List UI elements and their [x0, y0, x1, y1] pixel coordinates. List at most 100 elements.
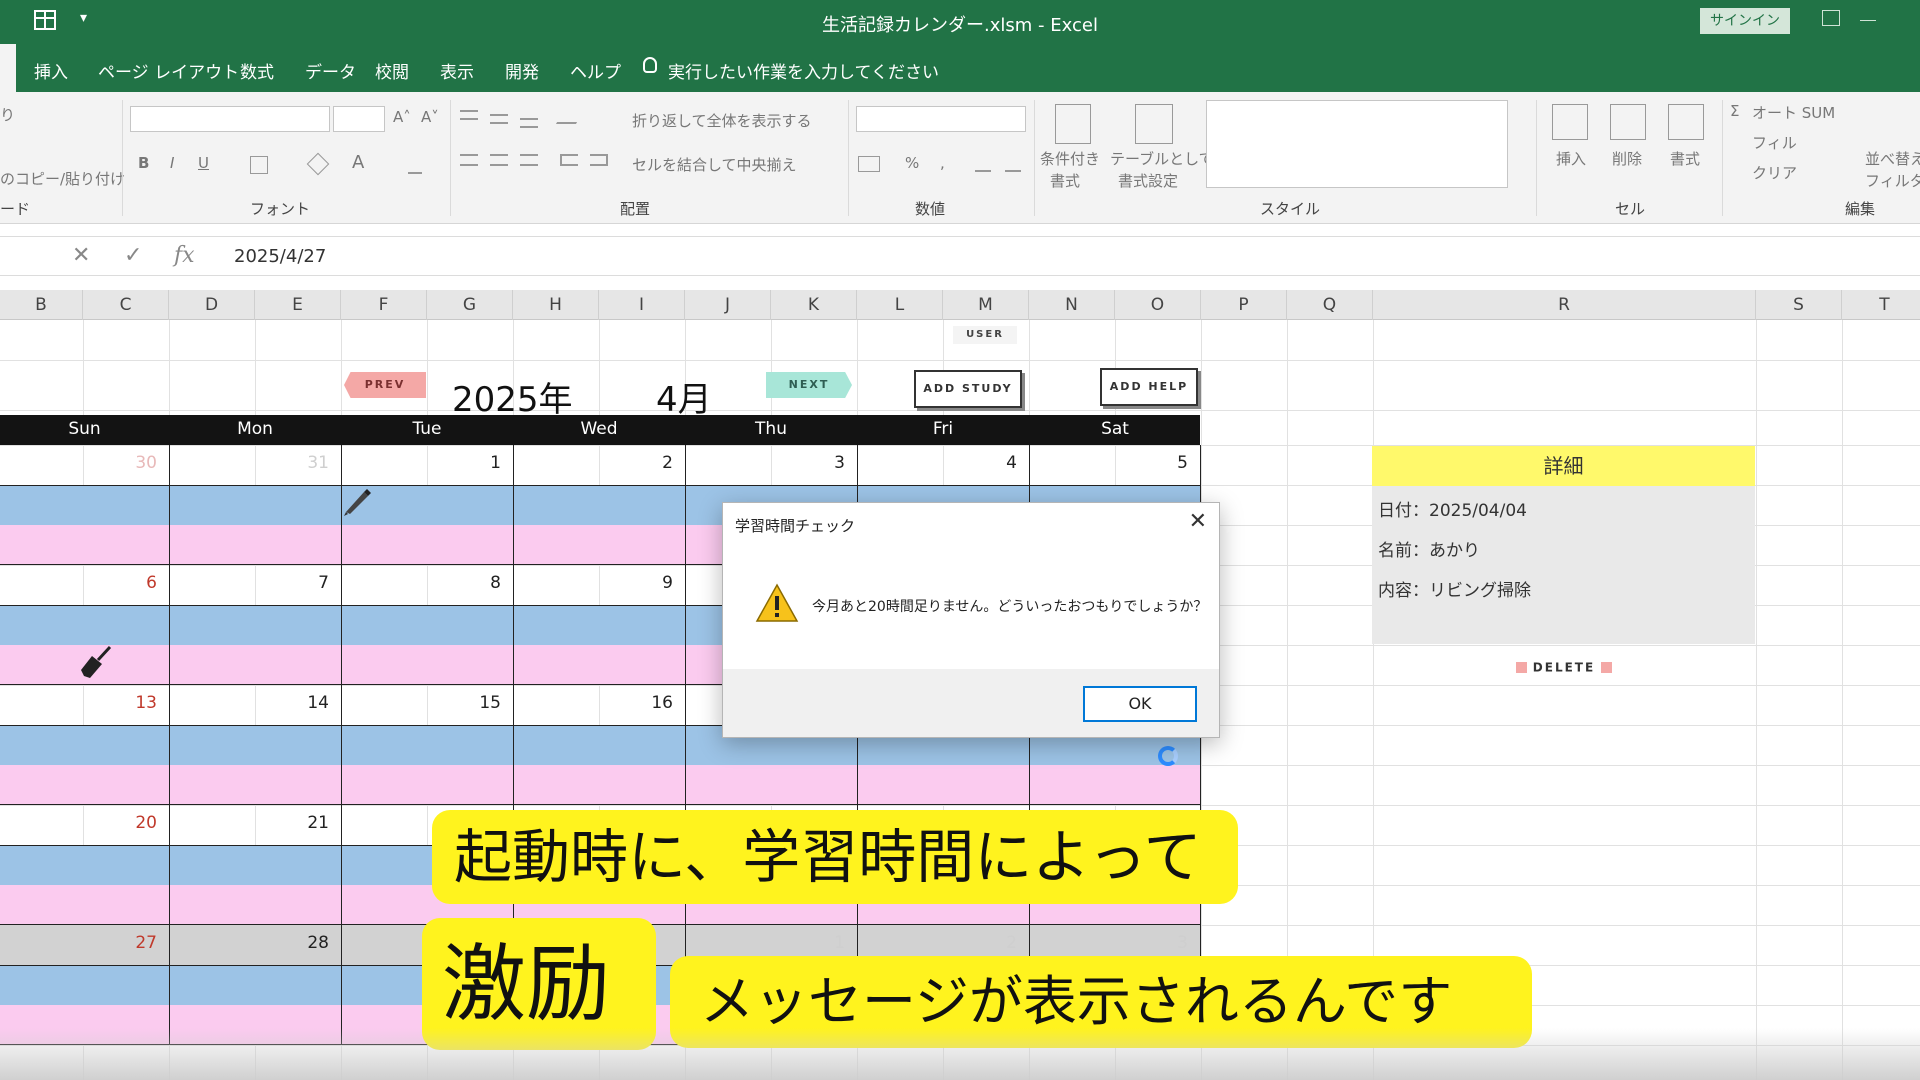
borders-icon[interactable] [250, 156, 268, 174]
calendar-date[interactable]: 21 [169, 813, 329, 833]
tab-formulas[interactable]: 数式 [240, 58, 274, 83]
grow-font-button[interactable]: A˄ [393, 108, 411, 126]
column-header[interactable]: T [1842, 290, 1920, 320]
insert-cells-button[interactable]: 挿入 [1556, 148, 1586, 169]
tab-data[interactable]: データ [305, 58, 356, 83]
insert-cells-icon[interactable] [1552, 104, 1588, 140]
conditional-format-label-2[interactable]: 書式 [1050, 170, 1080, 191]
formula-input[interactable]: 2025/4/27 [234, 246, 326, 267]
calendar-date[interactable]: 28 [169, 933, 329, 953]
phonetic-icon[interactable] [408, 158, 422, 174]
column-header[interactable]: C [83, 290, 169, 320]
column-header[interactable]: K [771, 290, 857, 320]
clear-button[interactable]: クリア [1752, 162, 1797, 183]
align-center-icon[interactable] [490, 154, 508, 166]
column-header[interactable]: E [255, 290, 341, 320]
column-header[interactable]: Q [1287, 290, 1373, 320]
calendar-date[interactable]: 27 [0, 933, 157, 953]
delete-cells-button[interactable]: 削除 [1612, 148, 1642, 169]
tab-developer[interactable]: 開発 [505, 58, 539, 83]
increase-decimal-icon[interactable] [975, 158, 991, 172]
column-header[interactable]: M [943, 290, 1029, 320]
sort-filter-label-1[interactable]: 並べ替え [1865, 148, 1920, 169]
format-as-table-icon[interactable] [1135, 104, 1173, 144]
sort-filter-label-2[interactable]: フィルター [1865, 170, 1920, 191]
column-header[interactable]: F [341, 290, 427, 320]
align-right-icon[interactable] [520, 154, 538, 166]
tab-insert[interactable]: 挿入 [34, 58, 68, 83]
column-header[interactable]: G [427, 290, 513, 320]
prev-button[interactable]: PREV [344, 372, 426, 398]
calendar-date[interactable]: 2 [857, 933, 1017, 953]
calendar-date[interactable]: 6 [0, 573, 157, 593]
calendar-date[interactable]: 30 [0, 453, 157, 473]
delete-button[interactable]: DELETE [1512, 660, 1616, 682]
column-header[interactable]: I [599, 290, 685, 320]
delete-cells-icon[interactable] [1610, 104, 1646, 140]
align-middle-icon[interactable] [490, 114, 508, 124]
align-top-icon[interactable] [460, 110, 478, 120]
calendar-date[interactable]: 3 [685, 453, 845, 473]
add-study-button[interactable]: ADD STUDY [914, 370, 1022, 408]
autosum-button[interactable]: オート SUM [1752, 102, 1835, 123]
fill-button[interactable]: フィル [1752, 132, 1797, 153]
calendar-date[interactable]: 20 [0, 813, 157, 833]
calendar-date[interactable]: 8 [341, 573, 501, 593]
pencil-icon[interactable] [340, 484, 374, 518]
tab-view[interactable]: 表示 [440, 58, 474, 83]
calendar-date[interactable]: 13 [0, 693, 157, 713]
bold-button[interactable]: B [138, 154, 149, 172]
paste-label[interactable]: り [0, 104, 15, 125]
tab-home[interactable] [0, 44, 16, 92]
format-as-table-label-1[interactable]: テーブルとして [1110, 148, 1214, 169]
fill-color-icon[interactable] [306, 152, 330, 176]
align-left-icon[interactable] [460, 154, 478, 166]
tell-me-box[interactable]: 実行したい作業を入力してください [668, 58, 939, 83]
column-header[interactable]: B [0, 290, 83, 320]
calendar-date[interactable]: 1 [341, 453, 501, 473]
font-color-button[interactable]: A [352, 152, 364, 173]
wrap-text-button[interactable]: 折り返して全体を表示する [632, 110, 812, 131]
signin-button[interactable]: サインイン [1700, 8, 1790, 34]
column-header[interactable]: N [1029, 290, 1115, 320]
decrease-indent-icon[interactable] [560, 154, 578, 166]
cell-styles-gallery[interactable] [1206, 100, 1508, 188]
column-header[interactable]: D [169, 290, 255, 320]
calendar-date[interactable]: 9 [513, 573, 673, 593]
font-name-select[interactable] [130, 106, 330, 132]
format-cells-button[interactable]: 書式 [1670, 148, 1700, 169]
close-icon[interactable]: ✕ [1189, 509, 1207, 534]
column-header[interactable]: H [513, 290, 599, 320]
function-icon[interactable]: fx [174, 243, 195, 268]
column-header[interactable]: L [857, 290, 943, 320]
column-header[interactable]: P [1201, 290, 1287, 320]
calendar-date[interactable]: 1 [685, 933, 845, 953]
enter-icon[interactable]: ✓ [124, 243, 142, 268]
user-tag[interactable]: USER [953, 326, 1017, 344]
column-header[interactable]: S [1756, 290, 1842, 320]
calendar-date[interactable]: 15 [341, 693, 501, 713]
merge-center-button[interactable]: セルを結合して中央揃え [632, 154, 797, 175]
calendar-date[interactable]: 14 [169, 693, 329, 713]
format-painter-button[interactable]: のコピー/貼り付け [0, 168, 125, 189]
orientation-icon[interactable] [555, 110, 585, 124]
comma-button[interactable]: , [940, 154, 945, 172]
broom-icon[interactable] [78, 644, 114, 680]
calendar-date[interactable]: 4 [857, 453, 1017, 473]
calendar-date[interactable]: 31 [169, 453, 329, 473]
calendar-date[interactable]: 7 [169, 573, 329, 593]
calendar-date[interactable]: 2 [513, 453, 673, 473]
column-header[interactable]: O [1115, 290, 1201, 320]
shrink-font-button[interactable]: A˅ [421, 108, 439, 126]
column-header[interactable]: J [685, 290, 771, 320]
calendar-date[interactable]: 3 [1028, 933, 1188, 953]
currency-icon[interactable] [858, 156, 880, 172]
conditional-format-icon[interactable] [1055, 104, 1091, 144]
minimize-icon[interactable] [1860, 20, 1876, 21]
add-help-button[interactable]: ADD HELP [1100, 368, 1198, 406]
decrease-decimal-icon[interactable] [1005, 158, 1021, 172]
next-button[interactable]: NEXT [766, 372, 852, 398]
format-cells-icon[interactable] [1668, 104, 1704, 140]
number-format-select[interactable] [856, 106, 1026, 132]
italic-button[interactable]: I [170, 154, 174, 172]
